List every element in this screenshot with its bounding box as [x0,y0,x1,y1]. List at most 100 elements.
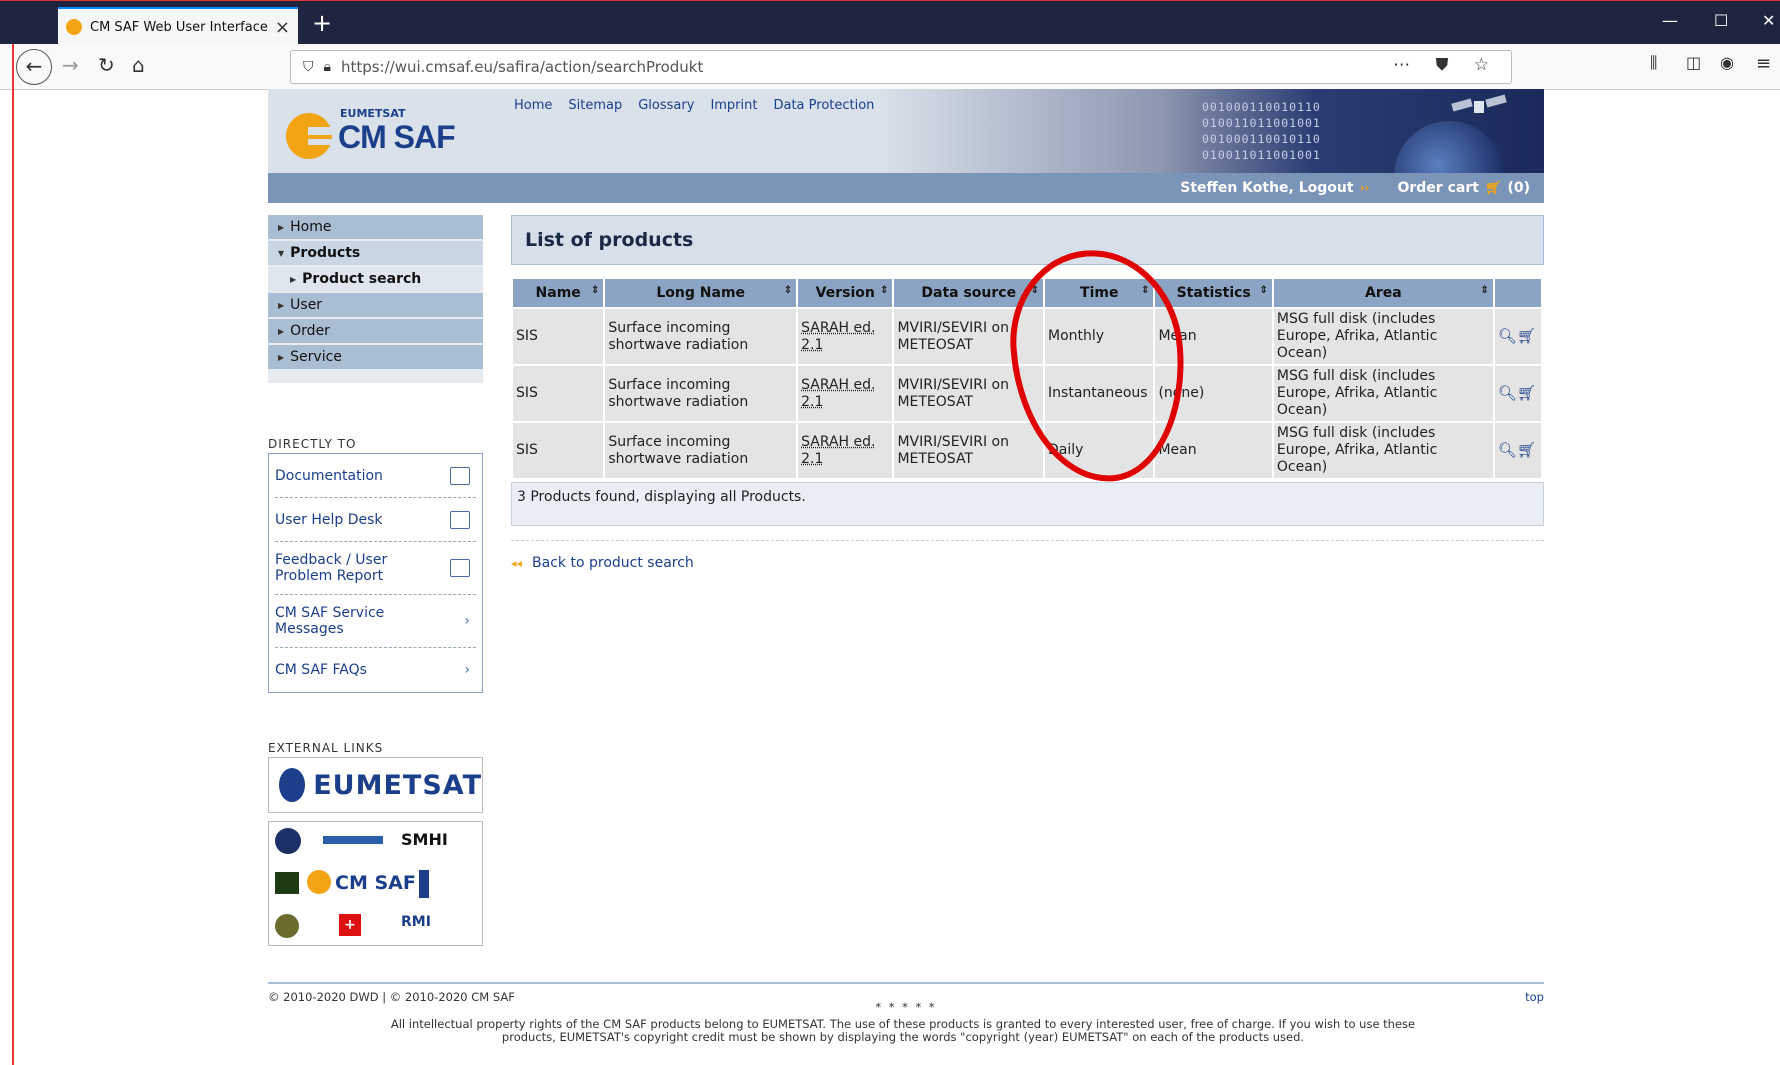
documentation-link[interactable]: Documentation [275,454,476,498]
sort-icon[interactable]: ⇕ [1480,285,1488,296]
menu-label: Product search [302,271,422,287]
cell-area: MSG full disk (includes Europe, Afrika, … [1273,366,1493,421]
column-header-actions [1494,279,1541,307]
link-label: Feedback / User Problem Report [275,552,388,584]
sidebar-toggle-icon[interactable]: ◫ [1686,53,1701,72]
page-title-box: List of products [511,215,1544,265]
faqs-link[interactable]: CM SAF FAQs › [275,648,476,692]
url-bar[interactable]: ⛉ 🔒︎ https://wui.cmsaf.eu/safira/action/… [290,50,1512,84]
minimize-icon[interactable]: — [1662,11,1678,30]
double-left-arrow-icon: ◂◂ [511,556,523,570]
column-header-statistics[interactable]: Statistics ⇕ [1155,279,1272,307]
nav-glossary-link[interactable]: Glossary [638,98,694,113]
cart-icon[interactable]: 🛒︎ [1485,181,1502,196]
header-label: Name [535,285,581,301]
new-tab-icon[interactable]: + [312,9,332,37]
shield-icon[interactable]: ⛉ [303,59,314,75]
feedback-link[interactable]: Feedback / User Problem Report [275,542,476,595]
swiss-cross-logo-icon[interactable]: + [339,914,361,936]
logo-cmsaf-text: CM SAF [338,119,456,155]
menu-item-products[interactable]: ▼ Products [268,241,483,267]
cell-version[interactable]: SARAH ed. 2.1 [798,309,893,364]
cell-version[interactable]: SARAH ed. 2.1 [798,366,893,421]
eumetsat-link[interactable]: EUMETSAT [268,757,483,813]
reload-icon[interactable]: ↻ [98,53,115,77]
url-text[interactable]: https://wui.cmsaf.eu/safira/action/searc… [341,58,703,76]
footer-stars: * * * * * [875,1000,937,1014]
menu-item-service[interactable]: ▶ Service [268,345,483,371]
cell-long-name: Surface incoming shortwave radiation [605,366,797,421]
knmi-logo-icon[interactable] [419,870,429,898]
cell-actions: 🔍︎🛒︎ [1494,366,1541,421]
cell-version[interactable]: SARAH ed. 2.1 [798,423,893,478]
dwd-logo-icon[interactable] [323,836,383,844]
column-header-data-source[interactable]: Data source ⇕ [894,279,1044,307]
nav-home-link[interactable]: Home [514,98,552,113]
back-arrow-icon[interactable]: ← [16,49,52,85]
service-messages-link[interactable]: CM SAF Service Messages › [275,595,476,648]
column-header-time[interactable]: Time ⇕ [1045,279,1154,307]
sort-icon[interactable]: ⇕ [880,285,888,296]
user-help-desk-link[interactable]: User Help Desk [275,498,476,542]
cmsaf-partner-logo[interactable]: CM SAF [335,872,416,894]
cell-time: Instantaneous [1045,366,1154,421]
column-header-area[interactable]: Area ⇕ [1273,279,1493,307]
menu-icon[interactable]: ≡ [1756,53,1771,74]
nav-imprint-link[interactable]: Imprint [710,98,757,113]
magnifier-icon[interactable]: 🔍︎ [1498,327,1517,345]
partner-logos[interactable]: SMHI CM SAF + RMI [268,821,483,946]
column-header-version[interactable]: Version ⇕ [798,279,893,307]
user-logout-link[interactable]: Steffen Kothe, Logout [1180,180,1353,196]
maximize-icon[interactable]: ☐ [1714,11,1728,30]
cart-count[interactable]: (0) [1507,180,1530,196]
cart-icon[interactable]: 🛒︎ [1517,441,1536,459]
library-icon[interactable]: ⫼ [1650,53,1657,73]
cart-icon[interactable]: 🛒︎ [1517,384,1536,402]
sort-icon[interactable]: ⇕ [784,285,792,296]
page-actions-icon[interactable]: ⋯ ⛊ ☆ [1393,55,1499,75]
close-tab-icon[interactable]: × [275,17,290,38]
sort-icon[interactable]: ⇕ [1031,285,1039,296]
version-text[interactable]: SARAH ed. 2.1 [801,320,875,353]
order-cart-link[interactable]: Order cart [1397,180,1478,196]
close-window-icon[interactable]: ✕ [1762,11,1775,30]
smhi-logo[interactable]: SMHI [401,830,448,849]
browser-tab[interactable]: CM SAF Web User Interface // P × [58,7,298,45]
link-label: CM SAF Service Messages [275,605,385,637]
binary-decoration: 001000110010110 010011011001001 00100011… [1202,99,1321,163]
binary-line: 001000110010110 [1202,132,1321,146]
menu-item-home[interactable]: ▶ Home [268,215,483,241]
cmsaf-logo[interactable]: EUMETSAT CM SAF [286,103,466,163]
cell-statistics: (none) [1155,366,1272,421]
chevron-right-icon: › [464,613,470,629]
sort-icon[interactable]: ⇕ [591,285,599,296]
magnifier-icon[interactable]: 🔍︎ [1498,441,1517,459]
account-icon[interactable]: ◉ [1720,53,1734,72]
back-to-search-link[interactable]: ◂◂ Back to product search [511,555,1544,571]
column-header-name[interactable]: Name ⇕ [513,279,604,307]
nav-data-protection-link[interactable]: Data Protection [773,98,874,113]
menu-label: Service [290,349,342,365]
cnrs-logo-icon[interactable] [275,828,301,854]
rmi-logo[interactable]: RMI [401,914,431,930]
cmsaf-small-logo-icon[interactable] [307,870,331,894]
forward-arrow-icon[interactable]: → [62,53,79,77]
sort-icon[interactable]: ⇕ [1260,285,1268,296]
back-link-label[interactable]: Back to product search [532,555,694,571]
version-text[interactable]: SARAH ed. 2.1 [801,434,875,467]
menu-item-order[interactable]: ▶ Order [268,319,483,345]
menu-item-user[interactable]: ▶ User [268,293,483,319]
version-text[interactable]: SARAH ed. 2.1 [801,377,875,410]
fmi-logo-icon[interactable] [275,914,299,938]
browser-tab-bar: CM SAF Web User Interface // P × + — ☐ ✕ [0,0,1780,45]
column-header-long-name[interactable]: Long Name ⇕ [605,279,797,307]
home-icon[interactable]: ⌂ [132,53,145,77]
nav-sitemap-link[interactable]: Sitemap [568,98,622,113]
lock-icon[interactable]: 🔒︎ [324,59,331,75]
sort-icon[interactable]: ⇕ [1141,285,1149,296]
magnifier-icon[interactable]: 🔍︎ [1498,384,1517,402]
cart-icon[interactable]: 🛒︎ [1517,327,1536,345]
menu-label: User [290,297,323,313]
menu-item-product-search[interactable]: ▶ Product search [268,267,483,293]
met-office-logo-icon[interactable] [275,872,299,894]
